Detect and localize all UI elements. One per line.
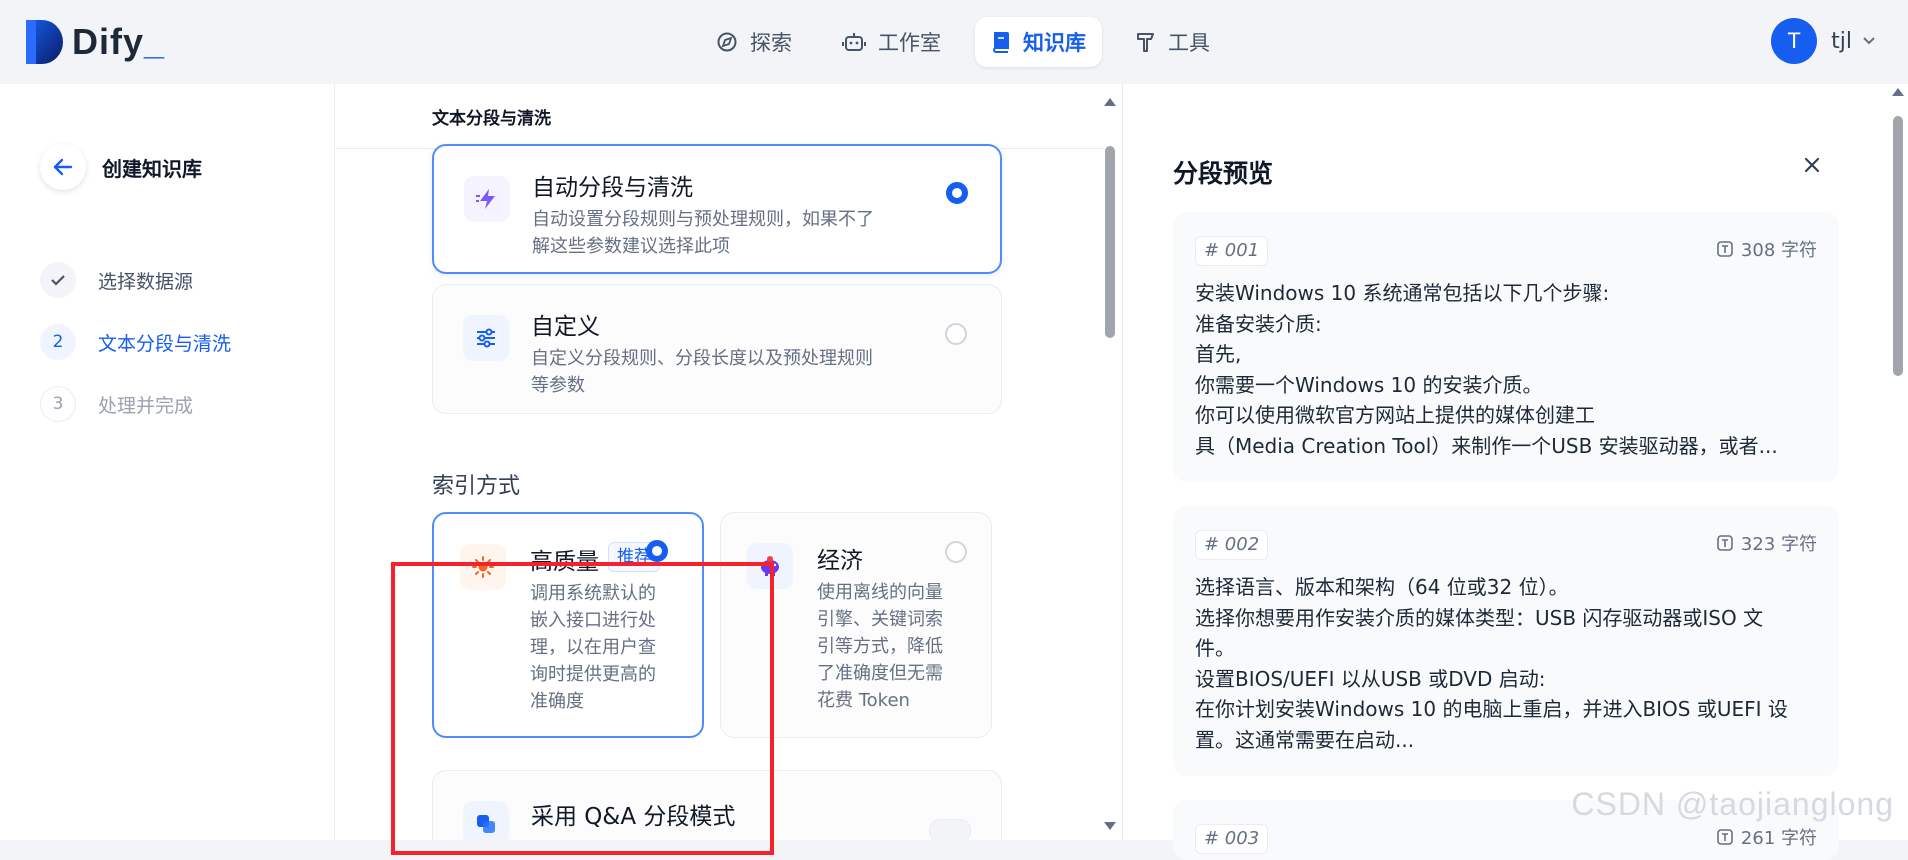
avatar: T bbox=[1771, 18, 1818, 64]
segment-char-count: 308 字符 bbox=[1717, 236, 1817, 262]
segment-card: # 002 323 字符 选择语言、版本和架构（64 位或32 位）。 选择你想… bbox=[1173, 506, 1839, 776]
center-scrollbar[interactable] bbox=[1100, 94, 1120, 834]
nav-explore[interactable]: 探索 bbox=[700, 17, 808, 67]
preview-title: 分段预览 bbox=[1173, 159, 1274, 188]
compass-icon bbox=[717, 32, 737, 52]
arrow-left-icon bbox=[53, 158, 73, 176]
dify-logo[interactable]: Dify_ bbox=[26, 20, 165, 64]
step-item: 2 文本分段与清洗 bbox=[40, 324, 231, 360]
step-number-badge: 2 bbox=[40, 324, 76, 360]
back-button[interactable] bbox=[40, 144, 86, 190]
radio-selected[interactable] bbox=[646, 540, 668, 562]
section-title: 文本分段与清洗 bbox=[432, 109, 551, 129]
check-icon bbox=[51, 275, 65, 286]
segment-id: # 002 bbox=[1195, 530, 1269, 560]
text-icon bbox=[1717, 241, 1733, 257]
step-item: 3 处理并完成 bbox=[40, 386, 231, 422]
back-row: 创建知识库 bbox=[40, 144, 202, 190]
close-icon[interactable] bbox=[1803, 156, 1821, 178]
nav-knowledge-label: 知识库 bbox=[1023, 31, 1086, 55]
hammer-icon bbox=[1137, 33, 1154, 52]
segment-id: # 001 bbox=[1195, 236, 1269, 266]
segment-content: 选择语言、版本和架构（64 位或32 位）。 选择你想要用作安装介质的媒体类型：… bbox=[1195, 575, 1788, 752]
watermark: CSDN @taojianglong bbox=[1571, 786, 1894, 822]
step-list: 选择数据源 2 文本分段与清洗 3 处理并完成 bbox=[40, 262, 231, 448]
main-nav: 探索 工作室 知识库 工具 bbox=[700, 17, 1244, 67]
step-label: 选择数据源 bbox=[98, 270, 194, 293]
step-done-badge bbox=[40, 262, 76, 298]
index-mode-label: 索引方式 bbox=[432, 474, 521, 499]
radio-selected[interactable] bbox=[946, 182, 968, 204]
steps-sidebar: 创建知识库 选择数据源 2 文本分段与清洗 3 处理并完成 bbox=[0, 84, 335, 840]
segment-mode-auto[interactable]: 自动分段与清洗 自动设置分段规则与预处理规则，如果不了 解这些参数建议选择此项 bbox=[432, 144, 1002, 274]
segment-id: # 003 bbox=[1195, 824, 1269, 854]
text-icon bbox=[1717, 829, 1733, 845]
step-label: 处理并完成 bbox=[98, 394, 194, 417]
segment-char-count: 323 字符 bbox=[1717, 530, 1817, 556]
book-icon bbox=[993, 32, 1009, 53]
radio-unselected[interactable] bbox=[945, 541, 967, 563]
option-title: 自定义 bbox=[531, 314, 600, 340]
main-content: 创建知识库 选择数据源 2 文本分段与清洗 3 处理并完成 文本分段与清洗 自动… bbox=[0, 84, 1908, 860]
preview-scrollbar[interactable] bbox=[1889, 84, 1907, 840]
user-name: tjl bbox=[1831, 28, 1852, 54]
chevron-down-icon bbox=[1863, 37, 1875, 45]
top-header: Dify_ 探索 工作室 知识库 工具 T tjl bbox=[0, 0, 1908, 84]
page-title: 创建知识库 bbox=[102, 156, 202, 181]
segment-card: # 001 308 字符 安装Windows 10 系统通常包括以下几个步骤: … bbox=[1173, 212, 1839, 482]
nav-tools[interactable]: 工具 bbox=[1120, 17, 1226, 67]
nav-explore-label: 探索 bbox=[750, 31, 792, 55]
dify-logo-mark bbox=[26, 20, 64, 64]
step-label: 文本分段与清洗 bbox=[98, 332, 232, 355]
option-description: 使用离线的向量 引擎、关键词索 引等方式，降低 了准确度但无需 花费 Token bbox=[817, 582, 943, 711]
nav-tools-label: 工具 bbox=[1168, 31, 1210, 55]
radio-unselected[interactable] bbox=[945, 323, 967, 345]
segment-mode-custom[interactable]: 自定义 自定义分段规则、分段长度以及预处理规则 等参数 bbox=[432, 284, 1002, 414]
highlight-annotation bbox=[391, 562, 774, 855]
qa-mode-toggle[interactable] bbox=[929, 819, 971, 840]
segment-char-count: 261 字符 bbox=[1717, 824, 1817, 850]
user-menu[interactable]: T tjl bbox=[1771, 18, 1876, 64]
option-description: 自动设置分段规则与预处理规则，如果不了 解这些参数建议选择此项 bbox=[532, 209, 874, 257]
step-item: 选择数据源 bbox=[40, 262, 231, 298]
option-title: 经济 bbox=[817, 548, 863, 574]
nav-studio[interactable]: 工作室 bbox=[826, 17, 957, 67]
step-number-badge: 3 bbox=[40, 386, 76, 422]
text-icon bbox=[1717, 535, 1733, 551]
nav-studio-label: 工作室 bbox=[878, 31, 941, 55]
sliders-icon bbox=[463, 315, 509, 361]
brand-name: Dify_ bbox=[72, 21, 166, 62]
robot-icon bbox=[842, 33, 866, 51]
option-description: 自定义分段规则、分段长度以及预处理规则 等参数 bbox=[531, 348, 873, 396]
lightning-icon bbox=[464, 176, 510, 222]
segment-content: 安装Windows 10 系统通常包括以下几个步骤: 准备安装介质: 首先, 你… bbox=[1195, 281, 1778, 458]
section-header: 文本分段与清洗 bbox=[334, 84, 1104, 149]
segment-preview-panel: 分段预览 # 001 308 字符 安装Windows 10 系统通常包括以下几… bbox=[1122, 84, 1908, 860]
option-title: 自动分段与清洗 bbox=[532, 175, 693, 201]
nav-knowledge[interactable]: 知识库 bbox=[975, 17, 1102, 67]
